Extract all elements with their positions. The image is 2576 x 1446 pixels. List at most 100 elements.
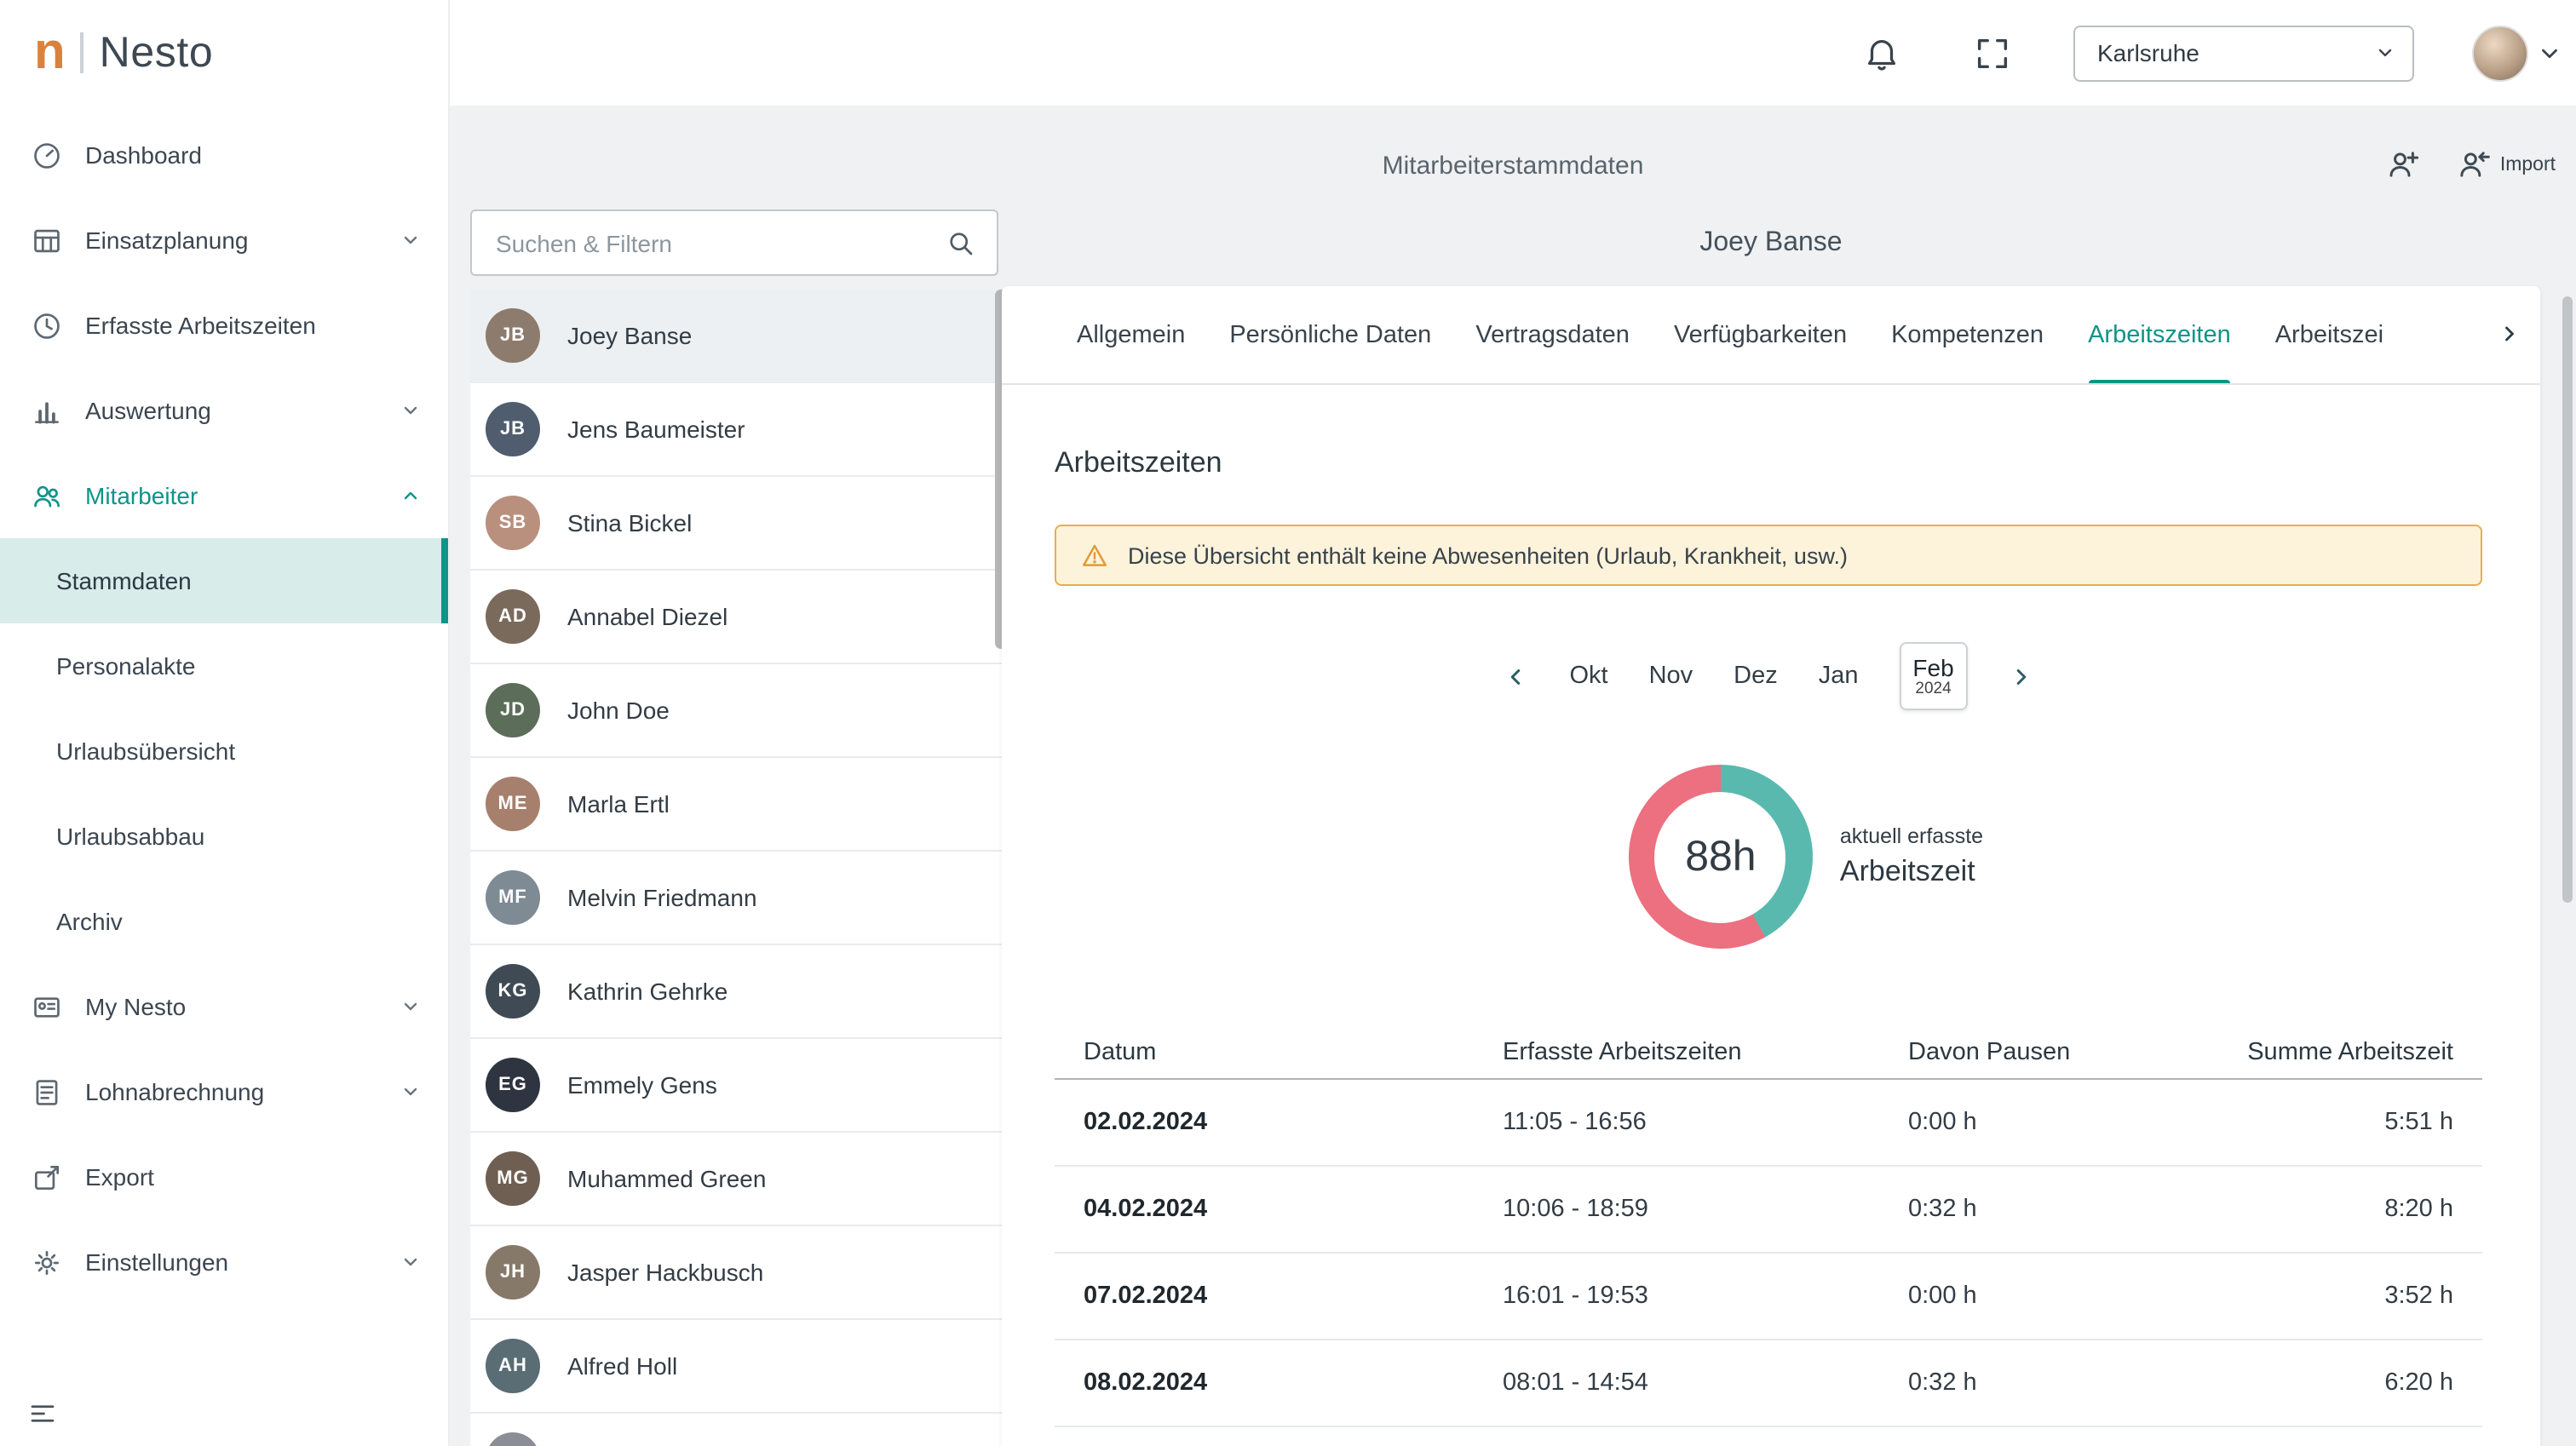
app-logo: n Nesto (0, 0, 448, 106)
list-item-employee[interactable]: AH Alfred Holl (470, 1320, 1007, 1414)
sidebar-subitem-label: Stammdaten (56, 567, 192, 594)
sidebar-item-label: Dashboard (85, 141, 202, 169)
sidebar-subitem-urlaubsabbau[interactable]: Urlaubsabbau (0, 794, 448, 879)
list-item-employee[interactable]: EG Emmely Gens (470, 1039, 1007, 1133)
list-item-employee[interactable]: ME Marla Ertl (470, 758, 1007, 852)
avatar: JH (486, 1245, 540, 1300)
list-item-employee[interactable]: JB Jens Baumeister (470, 383, 1007, 477)
month-okt[interactable]: Okt (1569, 663, 1607, 690)
sidebar-item-mitarbeiter[interactable]: Mitarbeiter (0, 453, 448, 538)
payroll-icon (31, 1076, 63, 1108)
list-item-employee[interactable]: JB Joey Banse (470, 290, 1007, 383)
list-item-employee[interactable]: JD John Doe (470, 664, 1007, 758)
sidebar-subitem-stammdaten[interactable]: Stammdaten (0, 538, 448, 623)
add-employee-button[interactable] (2386, 146, 2422, 182)
search-input[interactable] (472, 229, 946, 256)
avatar: SB (486, 496, 540, 550)
warning-triangle-icon (1080, 541, 1109, 570)
app-window: n Nesto Dashboard Einsatzplanung (0, 0, 2576, 1446)
collapse-sidebar-icon[interactable] (27, 1398, 58, 1429)
sidebar-item-einstellungen[interactable]: Einstellungen (0, 1219, 448, 1305)
page-scrollbar[interactable] (2562, 296, 2573, 903)
tab-arbeitszeiten[interactable]: Arbeitszeiten (2088, 286, 2231, 384)
dashboard-icon (31, 139, 63, 171)
sidebar-item-label: Export (85, 1163, 154, 1191)
avatar: MF (486, 870, 540, 925)
sidebar-subitem-label: Urlaubsabbau (56, 823, 204, 850)
location-select-value: Karlsruhe (2097, 39, 2199, 66)
warning-text: Diese Übersicht enthält keine Abwesenhei… (1128, 542, 1848, 568)
sidebar-subitem-label: Urlaubsübersicht (56, 737, 235, 765)
sidebar-item-dashboard[interactable]: Dashboard (0, 112, 448, 198)
logo-mark: n (34, 27, 66, 78)
tab-kompetenzen[interactable]: Kompetenzen (1891, 286, 2044, 384)
list-item-employee[interactable]: MF Melvin Friedmann (470, 852, 1007, 945)
table-cell-summe: 6:20 h (2186, 1369, 2482, 1397)
employee-name: Jens Baumeister (567, 416, 745, 443)
list-item-employee-partial[interactable] (470, 1414, 1007, 1446)
tab-arbeitszeitkonto-partial[interactable]: Arbeitszei (2275, 286, 2383, 384)
avatar: KG (486, 964, 540, 1019)
month-jan[interactable]: Jan (1819, 663, 1859, 690)
sidebar-item-export[interactable]: Export (0, 1134, 448, 1219)
employee-name: Emmely Gens (567, 1071, 717, 1099)
table-cell-pausen: 0:32 h (1879, 1369, 2186, 1397)
month-navigation: Okt Nov Dez Jan Feb 2024 (1055, 642, 2482, 710)
user-menu-chevron-icon[interactable] (2537, 40, 2562, 66)
employee-detail-card: Allgemein Persönliche Daten Vertragsdate… (1002, 286, 2540, 1446)
avatar: AH (486, 1339, 540, 1393)
sidebar-item-label: Lohnabrechnung (85, 1078, 264, 1105)
search-icon[interactable] (946, 227, 976, 258)
table-cell-pausen: 0:00 h (1879, 1109, 2186, 1136)
user-avatar[interactable] (2472, 25, 2528, 81)
avatar: JB (486, 308, 540, 363)
employee-name: Melvin Friedmann (567, 884, 757, 911)
avatar: JB (486, 402, 540, 456)
month-nov[interactable]: Nov (1649, 663, 1693, 690)
selected-month-label: Feb (1912, 654, 1953, 681)
sidebar-item-auswertung[interactable]: Auswertung (0, 368, 448, 453)
sidebar-item-label: My Nesto (85, 993, 186, 1020)
chevron-left-icon[interactable] (1503, 663, 1528, 689)
employee-name: Annabel Diezel (567, 603, 727, 630)
fullscreen-icon[interactable] (1973, 33, 2012, 72)
sidebar-item-einsatzplanung[interactable]: Einsatzplanung (0, 198, 448, 283)
donut-center-value: 88h (1685, 832, 1756, 881)
table-cell-summe: 3:52 h (2186, 1282, 2482, 1310)
avatar: AD (486, 589, 540, 644)
tabs-scroll-right-button[interactable] (2479, 286, 2540, 382)
sidebar-item-erfasste-arbeitszeiten[interactable]: Erfasste Arbeitszeiten (0, 283, 448, 368)
list-item-employee[interactable]: KG Kathrin Gehrke (470, 945, 1007, 1039)
chevron-down-icon (400, 1252, 421, 1272)
month-feb-selected[interactable]: Feb 2024 (1900, 642, 1968, 710)
month-dez[interactable]: Dez (1734, 663, 1778, 690)
tab-allgemein[interactable]: Allgemein (1077, 286, 1185, 384)
sidebar: n Nesto Dashboard Einsatzplanung (0, 0, 450, 1446)
header-actions: Import (2386, 146, 2556, 182)
notifications-bell-icon[interactable] (1862, 33, 1901, 72)
list-item-employee[interactable]: MG Muhammed Green (470, 1133, 1007, 1226)
gear-icon (31, 1246, 63, 1278)
import-button[interactable]: Import (2456, 146, 2556, 182)
sidebar-item-my-nesto[interactable]: My Nesto (0, 964, 448, 1049)
table-cell-pausen: 0:32 h (1879, 1196, 2186, 1223)
section-title: Arbeitszeiten (1055, 446, 2482, 480)
donut-caption-line1: aktuell erfasste (1840, 824, 1983, 848)
list-item-employee[interactable]: AD Annabel Diezel (470, 571, 1007, 664)
tab-vertragsdaten[interactable]: Vertragsdaten (1475, 286, 1630, 384)
table-row: 07.02.2024 16:01 - 19:53 0:00 h 3:52 h (1055, 1254, 2482, 1340)
sidebar-subitem-personalakte[interactable]: Personalakte (0, 623, 448, 709)
chevron-right-icon[interactable] (2009, 663, 2034, 689)
sidebar-item-lohnabrechnung[interactable]: Lohnabrechnung (0, 1049, 448, 1134)
person-add-icon (2386, 146, 2422, 182)
planning-grid-icon (31, 224, 63, 256)
absence-warning-banner: Diese Übersicht enthält keine Abwesenhei… (1055, 525, 2482, 586)
list-item-employee[interactable]: SB Stina Bickel (470, 477, 1007, 571)
sidebar-subitem-archiv[interactable]: Archiv (0, 879, 448, 964)
tab-verfuegbarkeiten[interactable]: Verfügbarkeiten (1674, 286, 1847, 384)
list-item-employee[interactable]: JH Jasper Hackbusch (470, 1226, 1007, 1320)
employee-name: Joey Banse (567, 322, 692, 349)
sidebar-subitem-urlaubsuebersicht[interactable]: Urlaubsübersicht (0, 709, 448, 794)
location-select[interactable]: Karlsruhe (2073, 25, 2414, 81)
tab-persoenliche-daten[interactable]: Persönliche Daten (1229, 286, 1431, 384)
